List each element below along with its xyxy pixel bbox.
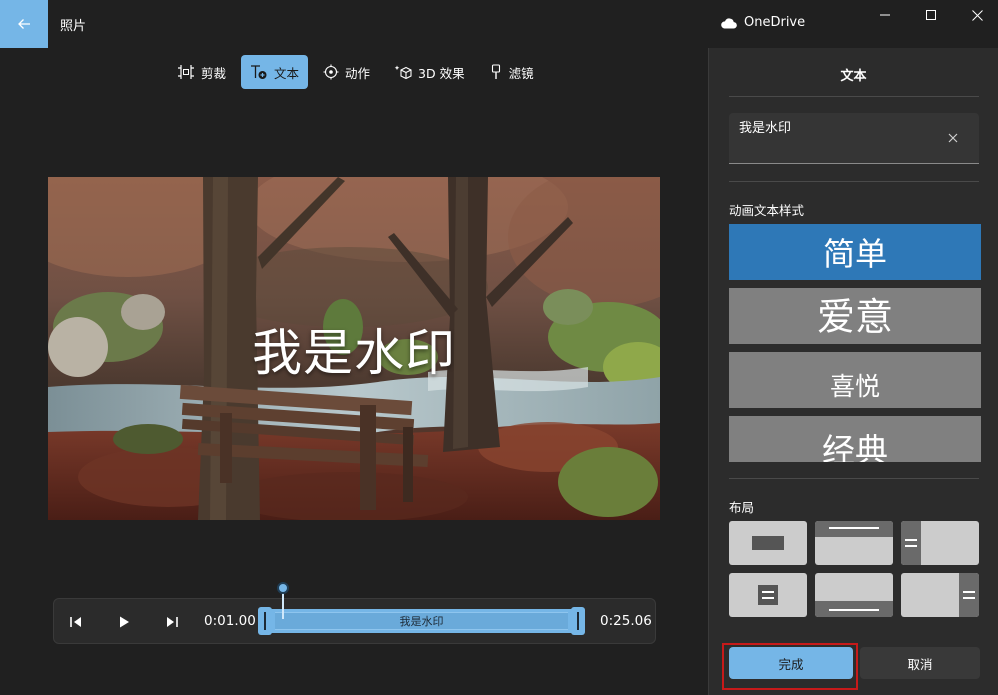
next-frame-button[interactable] bbox=[161, 611, 183, 633]
playhead-handle[interactable] bbox=[277, 582, 289, 594]
layout-center-box[interactable] bbox=[729, 573, 807, 617]
layout-band bbox=[901, 521, 921, 565]
layout-label: 布局 bbox=[729, 500, 755, 515]
tool-label: 动作 bbox=[345, 65, 371, 81]
text-clip-range[interactable]: 我是水印 bbox=[258, 607, 585, 635]
style-option-label: 喜悦 bbox=[829, 372, 880, 401]
clip-label: 我是水印 bbox=[399, 615, 444, 628]
play-icon bbox=[120, 616, 129, 628]
photo-preview[interactable]: 我是水印 bbox=[48, 177, 660, 520]
clip-start-handle[interactable] bbox=[258, 607, 272, 635]
back-button[interactable] bbox=[0, 0, 48, 48]
tool-label: 滤镜 bbox=[508, 65, 534, 81]
tool-crop[interactable]: 剪裁 bbox=[168, 55, 235, 89]
tool-label: 3D 效果 bbox=[418, 65, 465, 81]
style-option-joy[interactable]: 喜悦 bbox=[729, 352, 981, 408]
panel-title: 文本 bbox=[840, 69, 867, 84]
layout-text-block bbox=[758, 585, 778, 605]
clip-end-handle[interactable] bbox=[571, 607, 585, 635]
close-window-button[interactable] bbox=[966, 4, 988, 26]
watermark-overlay-text[interactable]: 我是水印 bbox=[48, 313, 660, 385]
tool-label: 文本 bbox=[274, 65, 300, 81]
layout-text-line bbox=[963, 591, 975, 593]
layout-text-line bbox=[829, 527, 879, 529]
layout-text-line bbox=[762, 597, 774, 599]
step-forward-icon bbox=[167, 617, 178, 627]
tool-3d-effects[interactable]: 3D 效果 bbox=[385, 55, 474, 89]
style-option-label: 爱意 bbox=[816, 294, 893, 339]
onedrive-label: OneDrive bbox=[744, 15, 806, 30]
layout-text-line bbox=[905, 539, 917, 541]
tool-text[interactable]: 文本 bbox=[241, 55, 309, 89]
timeline-bar: 0:01.00 我是水印 0:25.06 bbox=[53, 598, 656, 644]
layout-left[interactable] bbox=[901, 521, 979, 565]
cloud-icon bbox=[721, 17, 737, 29]
style-option-label: 简单 bbox=[822, 235, 887, 273]
3d-effects-icon bbox=[394, 65, 412, 80]
text-input-field[interactable] bbox=[729, 113, 979, 164]
clear-text-button[interactable] bbox=[945, 130, 961, 146]
filter-icon bbox=[491, 64, 500, 79]
tool-motion[interactable]: 动作 bbox=[314, 55, 379, 89]
minimize-button[interactable] bbox=[874, 4, 896, 26]
layout-right[interactable] bbox=[901, 573, 979, 617]
layout-band bbox=[959, 573, 979, 617]
maximize-button[interactable] bbox=[920, 4, 942, 26]
back-arrow-icon bbox=[18, 19, 30, 29]
divider bbox=[729, 478, 979, 479]
crop-icon bbox=[178, 65, 194, 79]
layout-text-line bbox=[963, 597, 975, 599]
tool-label: 剪裁 bbox=[201, 65, 227, 81]
layout-text-block bbox=[752, 536, 784, 550]
start-time: 0:01.00 bbox=[204, 613, 256, 629]
layout-text-line bbox=[829, 609, 879, 611]
minimize-icon bbox=[880, 14, 890, 16]
tool-filter[interactable]: 滤镜 bbox=[480, 55, 543, 89]
divider bbox=[729, 96, 979, 97]
previous-frame-button[interactable] bbox=[65, 611, 87, 633]
playhead-line bbox=[282, 593, 284, 619]
cancel-button[interactable]: 取消 bbox=[860, 647, 980, 679]
text-input[interactable] bbox=[739, 119, 939, 134]
close-icon bbox=[971, 9, 983, 21]
layout-band bbox=[815, 521, 893, 537]
style-option-love[interactable]: 爱意 bbox=[729, 288, 981, 344]
play-button[interactable] bbox=[113, 611, 135, 633]
step-back-icon bbox=[70, 617, 81, 627]
style-option-simple[interactable]: 简单 bbox=[729, 224, 981, 280]
close-icon bbox=[948, 133, 958, 143]
app-title: 照片 bbox=[60, 19, 87, 34]
layout-text-line bbox=[905, 545, 917, 547]
animated-text-styles-label: 动画文本样式 bbox=[729, 203, 805, 218]
divider bbox=[729, 181, 979, 182]
layout-top[interactable] bbox=[815, 521, 893, 565]
edit-toolbar: 剪裁 文本 动作 3D 效果 滤镜 bbox=[168, 55, 543, 89]
onedrive-status[interactable]: OneDrive bbox=[720, 15, 805, 30]
end-time: 0:25.06 bbox=[600, 613, 652, 629]
layout-center[interactable] bbox=[729, 521, 807, 565]
style-option-label: 经典 bbox=[822, 431, 888, 462]
layout-bottom[interactable] bbox=[815, 573, 893, 617]
text-settings-panel: 文本 动画文本样式 简单 爱意 喜悦 经典 布局 bbox=[708, 48, 998, 695]
done-button-highlight bbox=[722, 643, 858, 690]
style-option-classic[interactable]: 经典 bbox=[729, 416, 981, 462]
text-icon bbox=[251, 65, 267, 79]
motion-icon bbox=[323, 64, 339, 80]
maximize-icon bbox=[926, 10, 936, 20]
layout-text-line bbox=[762, 591, 774, 593]
